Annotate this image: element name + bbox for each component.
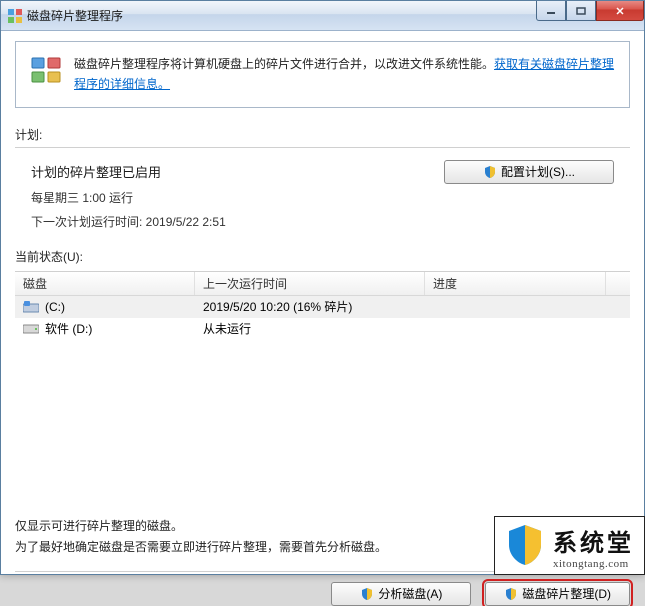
drive-name: (C:) xyxy=(45,300,65,314)
shield-icon xyxy=(483,165,497,179)
defrag-button[interactable]: 磁盘碎片整理(D) xyxy=(485,582,630,606)
divider xyxy=(15,147,630,148)
maximize-button[interactable] xyxy=(566,1,596,21)
drive-name: 软件 (D:) xyxy=(45,320,92,337)
drive-last-run: 2019/5/20 10:20 (16% 碎片) xyxy=(195,298,425,315)
schedule-section: 计划的碎片整理已启用 每星期三 1:00 运行 下一次计划运行时间: 2019/… xyxy=(15,160,630,234)
analyze-label: 分析磁盘(A) xyxy=(378,585,442,602)
col-spacer xyxy=(606,272,630,295)
watermark-text: 系统堂 xitongtang.com xyxy=(553,523,634,570)
analyze-button[interactable]: 分析磁盘(A) xyxy=(331,582,471,606)
schedule-title: 计划的碎片整理已启用 xyxy=(31,160,428,186)
schedule-frequency: 每星期三 1:00 运行 xyxy=(31,186,428,210)
col-last-run[interactable]: 上一次运行时间 xyxy=(195,272,425,295)
status-label: 当前状态(U): xyxy=(15,248,630,265)
titlebar[interactable]: 磁盘碎片整理程序 xyxy=(1,1,644,31)
plan-label: 计划: xyxy=(15,126,630,143)
banner-msg: 磁盘碎片整理程序将计算机硬盘上的碎片文件进行合并，以改进文件系统性能。 xyxy=(74,57,494,71)
list-header: 磁盘 上一次运行时间 进度 xyxy=(15,272,630,296)
configure-schedule-label: 配置计划(S)... xyxy=(501,163,575,180)
col-disk[interactable]: 磁盘 xyxy=(15,272,195,295)
list-body: (C:) 2019/5/20 10:20 (16% 碎片) 软件 (D:) 从未… xyxy=(15,296,630,436)
table-row[interactable]: (C:) 2019/5/20 10:20 (16% 碎片) xyxy=(15,296,630,318)
system-drive-icon xyxy=(23,301,39,313)
drive-last-run: 从未运行 xyxy=(195,320,425,337)
shield-icon xyxy=(360,587,374,601)
schedule-info: 计划的碎片整理已启用 每星期三 1:00 运行 下一次计划运行时间: 2019/… xyxy=(31,160,428,234)
col-progress[interactable]: 进度 xyxy=(425,272,606,295)
watermark-shield-icon xyxy=(505,523,545,570)
defrag-label: 磁盘碎片整理(D) xyxy=(522,585,611,602)
window-controls xyxy=(536,1,644,21)
watermark-url: xitongtang.com xyxy=(553,558,634,570)
schedule-next-run: 下一次计划运行时间: 2019/5/22 2:51 xyxy=(31,210,428,234)
configure-schedule-button[interactable]: 配置计划(S)... xyxy=(444,160,614,184)
watermark-title: 系统堂 xyxy=(553,523,634,558)
table-row[interactable]: 软件 (D:) 从未运行 xyxy=(15,318,630,340)
action-buttons: 分析磁盘(A) 磁盘碎片整理(D) xyxy=(15,582,630,606)
minimize-button[interactable] xyxy=(536,1,566,21)
data-drive-icon xyxy=(23,323,39,335)
client-area: 磁盘碎片整理程序将计算机硬盘上的碎片文件进行合并，以改进文件系统性能。获取有关磁… xyxy=(1,31,644,574)
drive-list: 磁盘 上一次运行时间 进度 (C:) 2019/5/20 10:20 (16% … xyxy=(15,271,630,436)
watermark: 系统堂 xitongtang.com xyxy=(494,516,645,575)
shield-icon xyxy=(504,587,518,601)
info-banner: 磁盘碎片整理程序将计算机硬盘上的碎片文件进行合并，以改进文件系统性能。获取有关磁… xyxy=(15,41,630,108)
close-button[interactable] xyxy=(596,1,644,21)
defrag-icon xyxy=(30,54,62,86)
banner-text: 磁盘碎片整理程序将计算机硬盘上的碎片文件进行合并，以改进文件系统性能。获取有关磁… xyxy=(74,54,615,95)
app-icon xyxy=(7,8,23,24)
defrag-window: 磁盘碎片整理程序 磁盘碎片整理程序将计算机硬盘上的碎片文件进行合并，以改进文件系… xyxy=(0,0,645,575)
window-title: 磁盘碎片整理程序 xyxy=(27,7,123,24)
